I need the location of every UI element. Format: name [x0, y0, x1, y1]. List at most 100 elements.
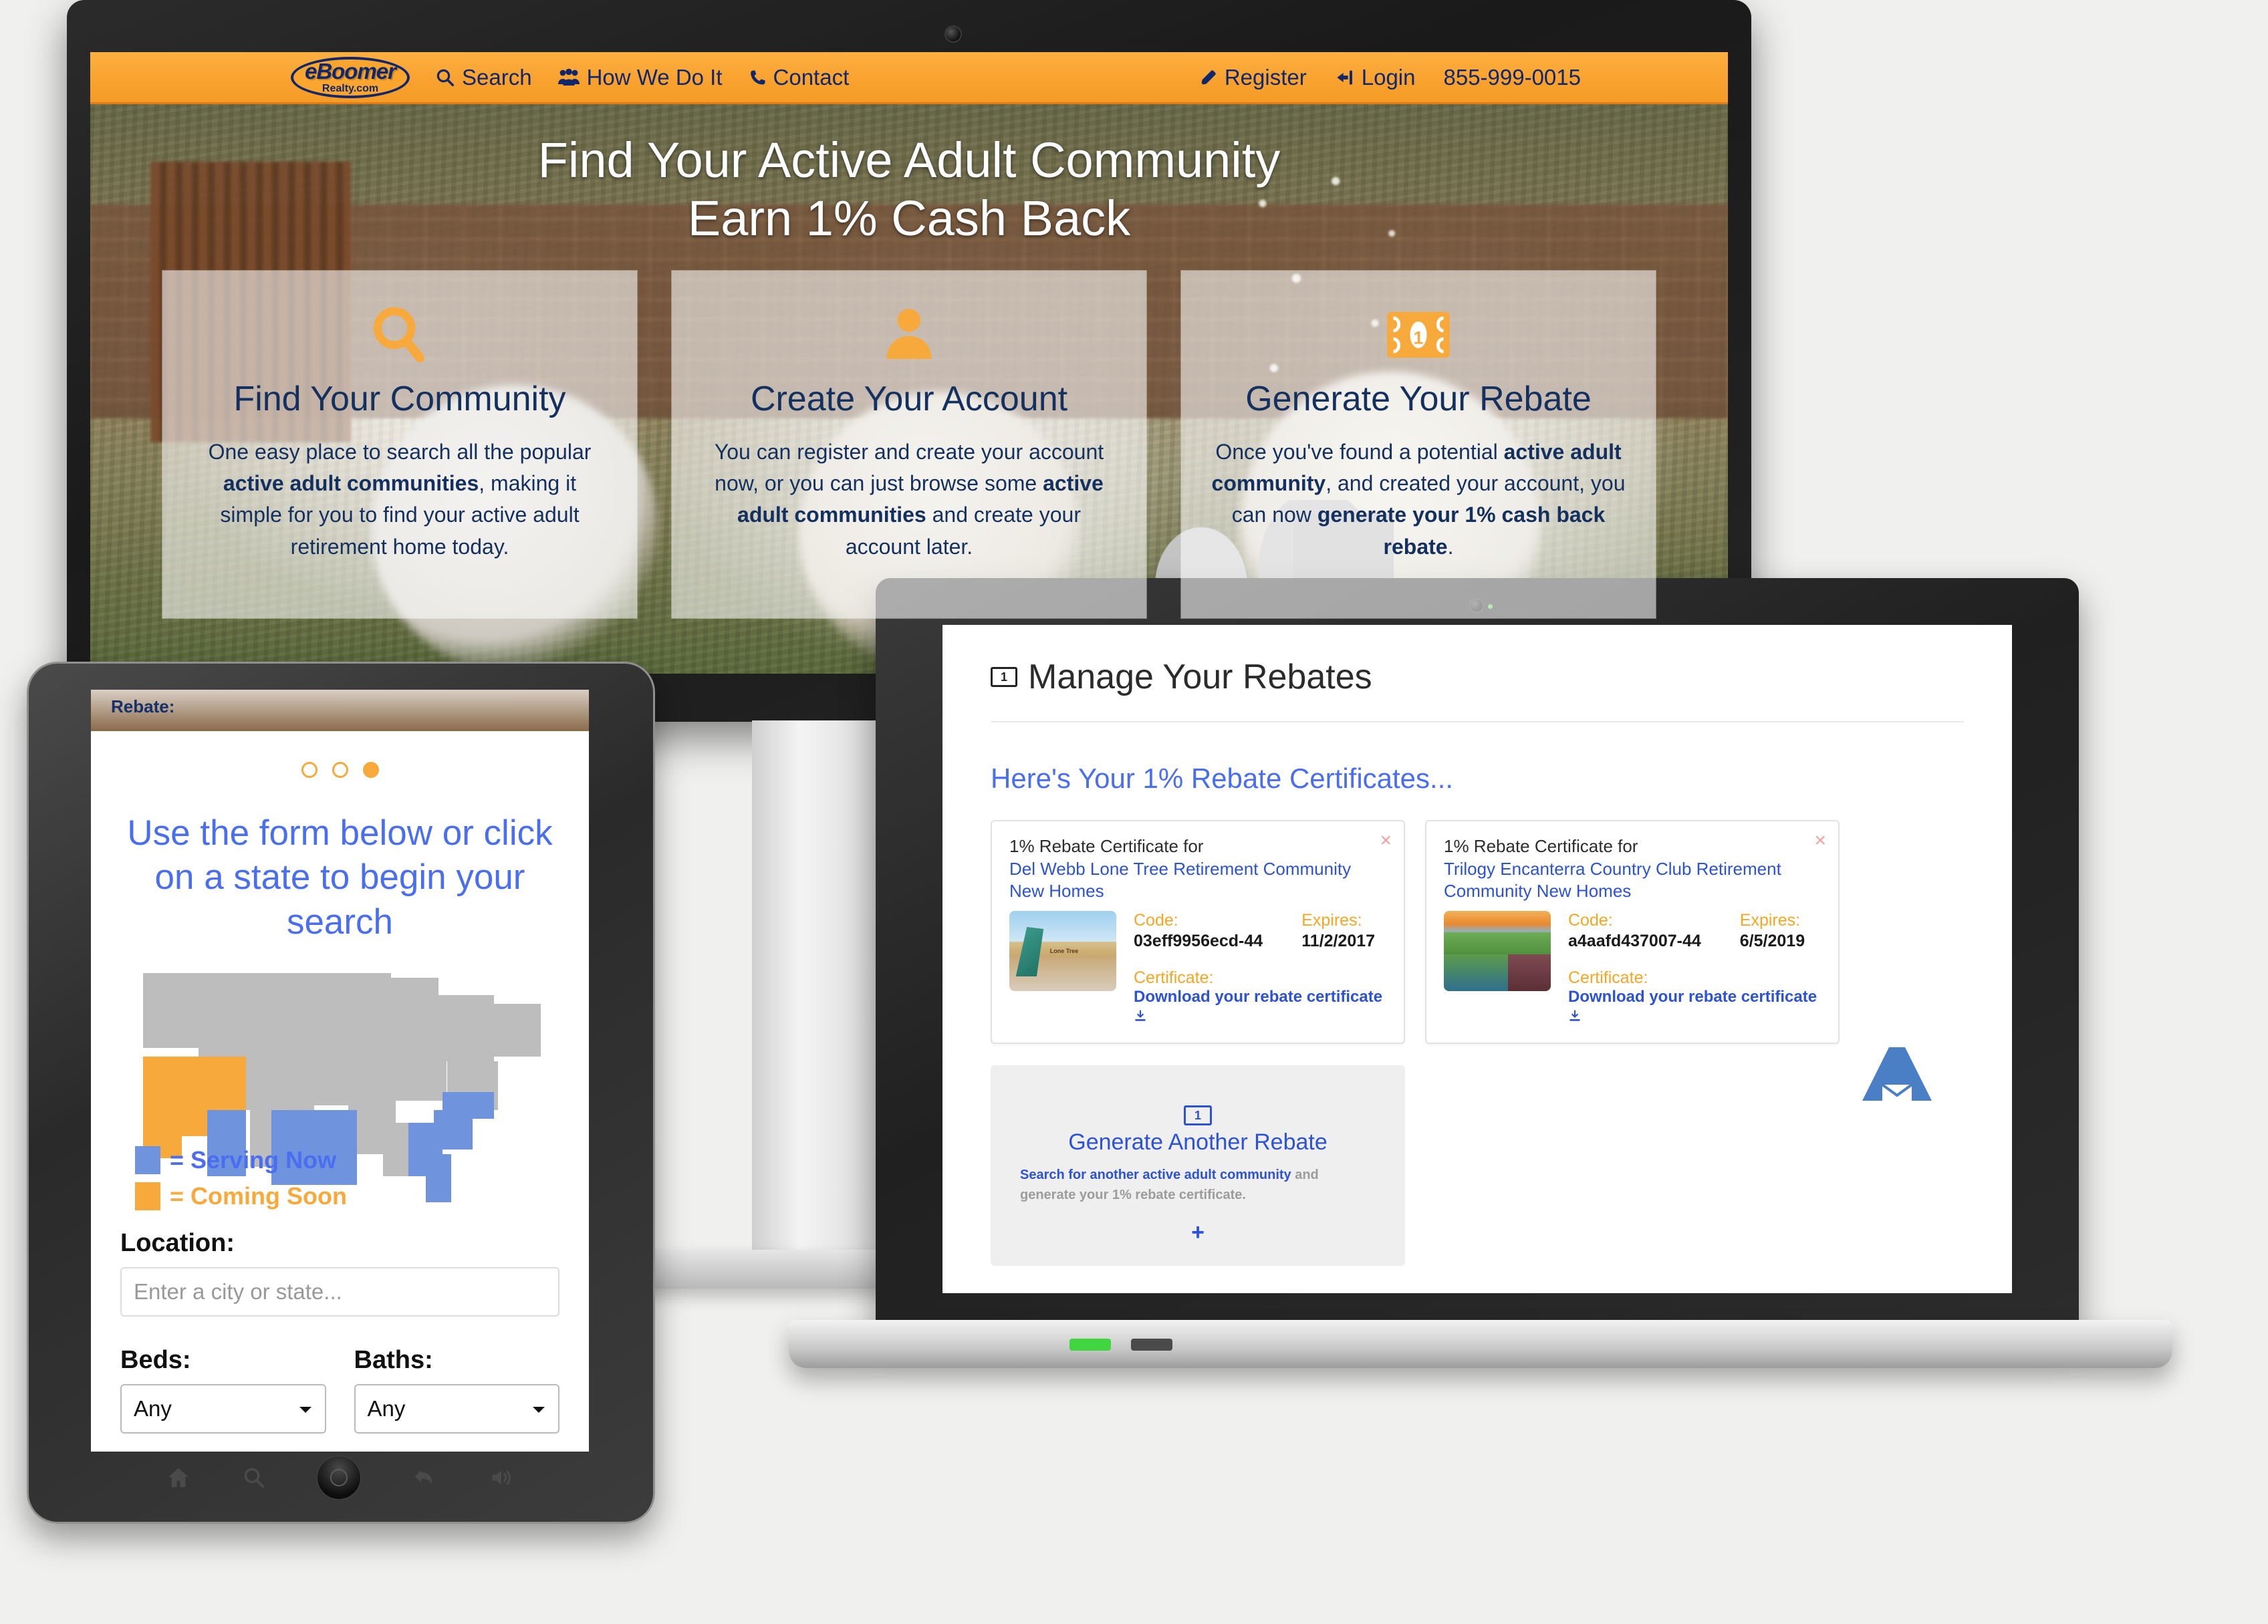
baths-select[interactable]: Any — [354, 1383, 559, 1434]
feature-card-title: Generate Your Rebate — [1245, 379, 1592, 418]
map-state-gray — [395, 1043, 447, 1101]
feature-card-generate-rebate[interactable]: 1 Generate Your Rebate Once you've found… — [1181, 270, 1656, 618]
download-certificate-label: Download your rebate certificate — [1568, 988, 1817, 1006]
beds-select[interactable]: Any — [120, 1383, 326, 1434]
map-state-gray — [493, 1004, 541, 1057]
partial-rebate-text: Rebate: — [111, 696, 175, 716]
home-icon[interactable] — [166, 1465, 191, 1490]
generate-rebate-title: Generate Another Rebate — [1068, 1129, 1328, 1155]
card-body-after: . — [1447, 534, 1454, 559]
download-certificate-label: Download your rebate certificate — [1134, 988, 1383, 1006]
nav-item-how-we-do-it-label: How We Do It — [586, 64, 723, 90]
feature-card-body: Once you've found a potential active adu… — [1211, 436, 1626, 563]
beds-label: Beds: — [120, 1345, 191, 1374]
back-icon[interactable] — [412, 1465, 437, 1490]
map-state-serving-now-north-carolina[interactable] — [443, 1092, 494, 1119]
legend-swatch-serving-now — [135, 1145, 160, 1174]
mail-envelope-icon[interactable] — [1857, 1045, 1937, 1101]
feature-card-body: You can register and create your account… — [701, 436, 1117, 563]
map-state-gray — [250, 972, 306, 1044]
manage-rebates-page: 1 Manage Your Rebates Here's Your 1% Reb… — [942, 625, 2012, 1293]
close-icon[interactable]: × — [1814, 829, 1826, 852]
laptop-base — [789, 1320, 2172, 1368]
code-value: 03eff9956ecd-44 — [1134, 932, 1263, 950]
code-label: Code: — [1568, 911, 1613, 930]
download-certificate-link[interactable]: Download your rebate certificate — [1568, 988, 1821, 1025]
nav-item-search[interactable]: Search — [435, 65, 532, 90]
carousel-dots — [91, 731, 589, 778]
feature-card-body: One easy place to search all the popular… — [192, 436, 608, 563]
nav-item-search-label: Search — [462, 64, 532, 90]
map-state-coming-soon-nevada[interactable] — [172, 1057, 208, 1137]
laptop-mockup: 1 Manage Your Rebates Here's Your 1% Reb… — [789, 578, 2179, 1368]
legend-row-coming-soon: = Coming Soon — [135, 1182, 589, 1210]
pencil-icon — [1199, 68, 1218, 87]
feature-card-title: Find Your Community — [233, 379, 566, 418]
nav-item-login[interactable]: Login — [1335, 65, 1415, 90]
site-logo[interactable]: eBoomer Realty.com — [291, 56, 410, 98]
laptop-port — [1131, 1339, 1172, 1351]
rebates-subheading: Here's Your 1% Rebate Certificates... — [991, 763, 1454, 794]
logo-main-text: eBoomer — [304, 59, 396, 84]
hero-title: Find Your Active Adult Community Earn 1%… — [90, 104, 1728, 248]
location-input[interactable]: Enter a city or state... — [120, 1266, 559, 1317]
download-icon — [1568, 1006, 1582, 1025]
signin-icon — [1335, 68, 1355, 87]
feature-card-find-community[interactable]: Find Your Community One easy place to se… — [162, 270, 637, 618]
nav-item-register[interactable]: Register — [1199, 65, 1307, 90]
laptop-screen: 1 Manage Your Rebates Here's Your 1% Reb… — [942, 625, 2012, 1293]
map-state-gray — [301, 1035, 349, 1105]
nav-item-contact[interactable]: Contact — [748, 65, 849, 90]
certificate-label: Certificate: — [1134, 968, 1214, 987]
certificate-community-link[interactable]: Del Webb Lone Tree Retirement Community … — [1009, 858, 1386, 902]
add-rebate-button[interactable]: + — [1020, 1220, 1376, 1246]
divider — [991, 721, 1964, 722]
carousel-dot[interactable] — [301, 762, 318, 778]
expires-label: Expires: — [1739, 911, 1801, 930]
community-thumbnail[interactable] — [1009, 911, 1116, 991]
baths-label: Baths: — [354, 1345, 433, 1374]
generate-rebate-text-bold: Search for another active adult communit… — [1020, 1168, 1291, 1182]
nav-phone-number[interactable]: 855-999-0015 — [1443, 65, 1581, 90]
map-state-gray — [237, 1043, 301, 1110]
community-thumbnail[interactable] — [1444, 911, 1551, 991]
card-body-bold: active adult communities — [223, 470, 479, 495]
nav-item-register-label: Register — [1224, 64, 1307, 90]
certificate-card[interactable]: × 1% Rebate Certificate for Del Webb Lon… — [991, 820, 1405, 1044]
map-legend: = Serving Now = Coming Soon — [91, 1145, 589, 1210]
search-icon[interactable] — [242, 1466, 266, 1490]
close-icon[interactable]: × — [1380, 829, 1392, 852]
tablet-search-form: Location: Enter a city or state... Beds:… — [91, 1218, 589, 1434]
card-body-before: One easy place to search all the popular — [208, 439, 592, 464]
feature-card-create-account[interactable]: Create Your Account You can register and… — [672, 270, 1146, 618]
hero-banner: Find Your Active Adult Community Earn 1%… — [90, 104, 1728, 674]
certificate-prefix: 1% Rebate Certificate for — [1009, 836, 1204, 856]
monitor-webcam-icon — [944, 25, 962, 43]
map-state-gray — [391, 977, 438, 1044]
map-state-gray — [348, 1039, 396, 1101]
map-state-gray — [348, 972, 392, 1039]
people-icon — [557, 68, 580, 87]
map-state-gray — [305, 972, 349, 1035]
svg-text:1: 1 — [1414, 327, 1424, 348]
carousel-dot-active[interactable] — [362, 762, 379, 778]
certificates-list: × 1% Rebate Certificate for Del Webb Lon… — [991, 820, 1964, 1044]
download-certificate-link[interactable]: Download your rebate certificate — [1134, 988, 1386, 1025]
carousel-dot[interactable] — [332, 762, 348, 778]
location-label: Location: — [120, 1228, 235, 1257]
certificate-community-link[interactable]: Trilogy Encanterra Country Club Retireme… — [1444, 858, 1821, 902]
home-button[interactable] — [316, 1456, 361, 1500]
expires-value: 6/5/2019 — [1739, 932, 1805, 950]
nav-item-how-we-do-it[interactable]: How We Do It — [557, 65, 723, 90]
certificate-card[interactable]: × 1% Rebate Certificate for Trilogy Enca… — [1425, 820, 1840, 1044]
banknote-icon: 1 — [1211, 295, 1626, 375]
phone-icon — [748, 68, 767, 87]
generate-rebate-text: Search for another active adult communit… — [1020, 1165, 1376, 1205]
hero-feature-cards: Find Your Community One easy place to se… — [90, 270, 1728, 618]
card-body-before: Once you've found a potential — [1215, 439, 1504, 464]
code-label: Code: — [1134, 911, 1178, 930]
code-value: a4aafd437007-44 — [1568, 932, 1701, 950]
generate-another-rebate-card[interactable]: 1 Generate Another Rebate Search for ano… — [991, 1065, 1405, 1266]
volume-icon[interactable] — [488, 1466, 515, 1490]
tablet-mockup: Rebate: Use the form below or click on a… — [27, 662, 655, 1524]
